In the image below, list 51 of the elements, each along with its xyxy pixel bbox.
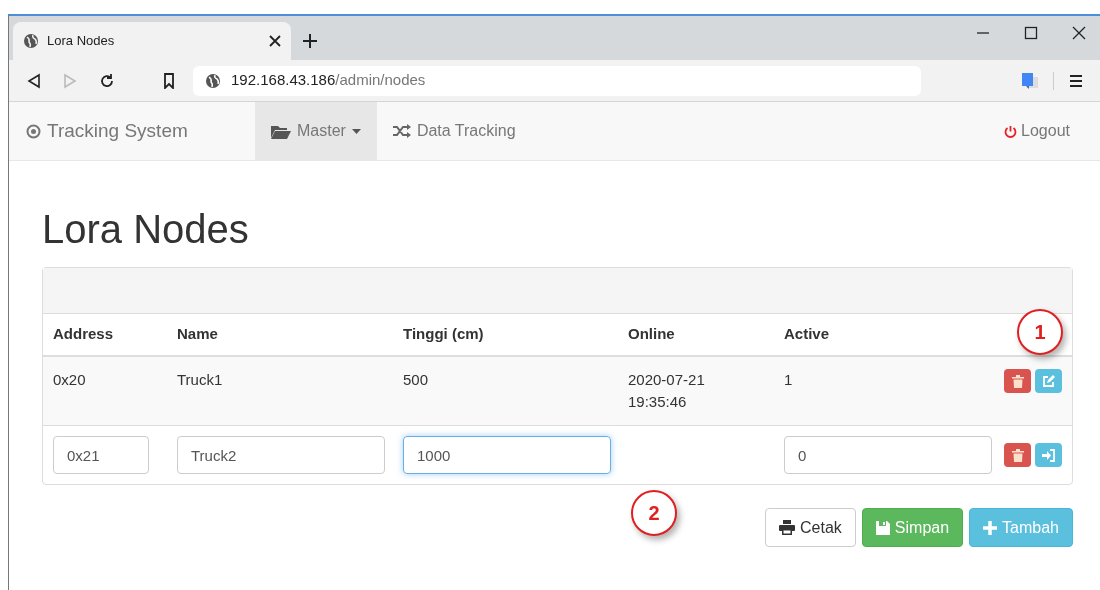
column-header: Active xyxy=(784,324,831,345)
printer-icon xyxy=(779,520,796,535)
delete-button[interactable] xyxy=(1004,443,1031,467)
back-icon[interactable] xyxy=(27,72,41,89)
delete-button[interactable] xyxy=(1004,369,1031,393)
nav-link[interactable]: Data Tracking xyxy=(376,102,532,160)
globe-icon xyxy=(23,33,39,49)
maximize-icon[interactable] xyxy=(1024,26,1038,40)
trash-icon xyxy=(1011,448,1024,462)
close-window-icon[interactable] xyxy=(1072,26,1086,40)
shuffle-icon xyxy=(392,124,411,138)
new-tab-icon[interactable] xyxy=(303,34,317,48)
address-bar[interactable]: 192.168.43.186/admin/nodes xyxy=(193,65,921,96)
close-icon[interactable] xyxy=(269,35,281,47)
column-header: Name xyxy=(177,324,219,345)
translate-icon[interactable] xyxy=(1021,71,1039,90)
sign-in-icon xyxy=(1041,448,1056,462)
save-icon xyxy=(875,520,890,535)
edit-icon xyxy=(1042,374,1055,388)
callout-badge: 2 xyxy=(631,490,677,536)
page-title: Lora Nodes xyxy=(42,209,250,249)
caret-icon xyxy=(351,128,361,134)
browser-tab[interactable]: Lora Nodes xyxy=(13,22,291,60)
globe-icon xyxy=(205,72,221,89)
logout-link[interactable]: Logout xyxy=(1021,119,1070,143)
reload-icon[interactable] xyxy=(99,72,115,89)
input-field[interactable]: 1000 xyxy=(403,436,611,474)
menu-icon[interactable] xyxy=(1070,73,1082,88)
table-cell-text: 500 xyxy=(403,370,430,390)
plus-icon xyxy=(983,520,998,535)
trash-icon xyxy=(1011,374,1024,388)
brand-title[interactable]: Tracking System xyxy=(47,116,188,146)
table-cell-text: 2020-07-21 19:35:46 xyxy=(628,370,706,412)
folder-icon xyxy=(271,123,291,139)
dropdown-menu[interactable]: Master xyxy=(255,102,377,160)
column-header: Tinggi (cm) xyxy=(403,324,485,345)
callout-badge: 1 xyxy=(1017,309,1063,355)
table-cell-text: 0x20 xyxy=(53,370,87,390)
input-field[interactable]: 0 xyxy=(784,436,992,474)
bookmark-icon[interactable] xyxy=(163,72,175,89)
input-field[interactable]: 0x21 xyxy=(53,436,149,474)
input-field[interactable]: Truck2 xyxy=(177,436,385,474)
power-icon xyxy=(1004,124,1018,138)
table-cell-text: Truck1 xyxy=(177,370,224,390)
tab-title: Lora Nodes xyxy=(47,32,116,51)
url-text: 192.168.43.186/admin/nodes xyxy=(231,70,426,91)
column-header: Online xyxy=(628,324,676,345)
column-header: Address xyxy=(53,324,115,345)
target-icon xyxy=(26,123,41,139)
print-button[interactable]: Cetak xyxy=(765,508,856,547)
table-cell-text: 1 xyxy=(784,370,794,390)
